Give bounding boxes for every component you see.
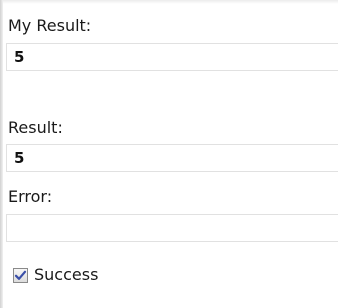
my-result-field[interactable] [6,43,338,71]
result-field[interactable] [6,144,338,172]
success-checkbox[interactable] [13,267,28,283]
left-scroll-edge [0,0,3,308]
result-label: Result: [8,118,63,137]
error-label: Error: [8,187,53,206]
checkmark-icon [14,270,27,280]
success-label: Success [34,265,99,284]
success-checkbox-row[interactable]: Success [13,264,98,286]
my-result-label: My Result: [8,16,92,35]
top-border [0,0,338,4]
result-panel: My Result: Result: Error: Success [0,0,338,308]
error-field[interactable] [6,214,338,242]
